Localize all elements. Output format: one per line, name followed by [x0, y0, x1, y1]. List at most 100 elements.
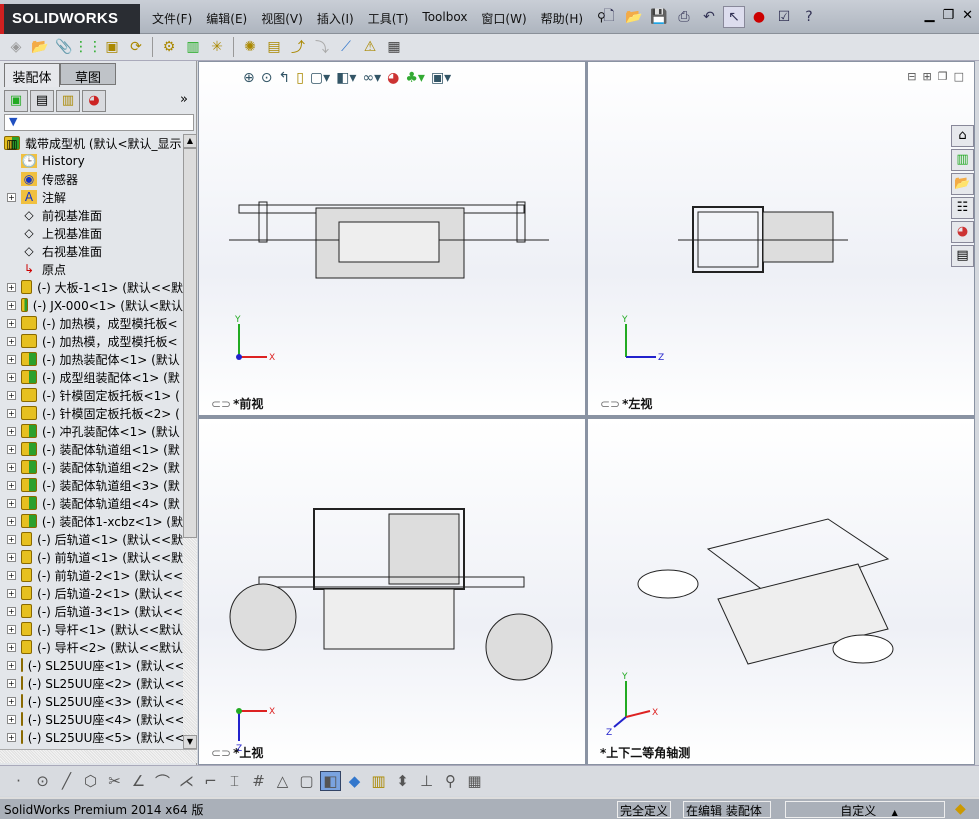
- exploded-view-icon[interactable]: ⤴: [288, 37, 308, 57]
- triangle-icon[interactable]: △: [272, 772, 293, 790]
- expand-icon[interactable]: +: [7, 390, 16, 400]
- component-icon[interactable]: ▥: [368, 772, 389, 790]
- polygon-icon[interactable]: ⬡: [80, 772, 101, 790]
- expand-icon[interactable]: +: [7, 426, 16, 436]
- clearance-icon[interactable]: ⚠: [360, 37, 380, 57]
- shaded-mode-icon[interactable]: ◆: [344, 772, 365, 790]
- expand-icon[interactable]: +: [7, 444, 16, 454]
- file-explorer-icon[interactable]: 📂: [951, 173, 974, 195]
- tree-item[interactable]: ◉ 传感器: [0, 170, 183, 188]
- bill-of-materials-icon[interactable]: ▤: [264, 37, 284, 57]
- expand-icon[interactable]: +: [7, 516, 16, 526]
- undo-icon[interactable]: ↶: [698, 6, 720, 28]
- tree-item[interactable]: + (-) 导杆<2> (默认<<默认: [0, 638, 183, 656]
- tree-item[interactable]: + (-) SL25UU座<5> (默认<<: [0, 728, 183, 746]
- expand-icon[interactable]: +: [7, 192, 16, 202]
- filter-input[interactable]: ▼: [4, 114, 194, 131]
- tree-item[interactable]: + (-) 针模固定板托板<1> (: [0, 386, 183, 404]
- custom-properties-icon[interactable]: ▤: [951, 245, 974, 267]
- mate-icon[interactable]: ⬍: [392, 772, 413, 790]
- camera-icon[interactable]: ⚲: [440, 772, 461, 790]
- point-icon[interactable]: ·: [8, 772, 29, 790]
- print-icon[interactable]: ⎙: [673, 6, 695, 28]
- arc-icon[interactable]: ⌐: [200, 772, 221, 790]
- edit-component-icon[interactable]: ◈: [6, 37, 26, 57]
- property-manager-icon[interactable]: ▤: [30, 90, 54, 112]
- tree-item[interactable]: 🕒 History: [0, 152, 183, 170]
- grid-icon[interactable]: #: [248, 772, 269, 790]
- tree-item[interactable]: + (-) 导杆<1> (默认<<默认: [0, 620, 183, 638]
- tab-assembly[interactable]: 装配体: [4, 63, 60, 87]
- move-icon[interactable]: ⊥: [416, 772, 437, 790]
- expand-icon[interactable]: +: [7, 696, 16, 706]
- expand-icon[interactable]: +: [7, 462, 16, 472]
- tree-item[interactable]: + (-) 后轨道-2<1> (默认<<: [0, 584, 183, 602]
- display-manager-icon[interactable]: ◕: [82, 90, 106, 112]
- tree-item[interactable]: + (-) SL25UU座<2> (默认<<: [0, 674, 183, 692]
- tree-item[interactable]: ↳ 原点: [0, 260, 183, 278]
- tree-item[interactable]: + (-) 前轨道-2<1> (默认<<: [0, 566, 183, 584]
- new-motion-study-icon[interactable]: ✺: [240, 37, 260, 57]
- new-document-icon[interactable]: 🗋: [598, 6, 620, 28]
- viewport-top[interactable]: Z X ⊂⊃ *上视: [199, 419, 585, 764]
- dimension-icon[interactable]: ⌶: [224, 772, 245, 790]
- menu-help[interactable]: 帮助(H): [534, 10, 590, 27]
- expand-icon[interactable]: +: [7, 336, 16, 346]
- menu-window[interactable]: 窗口(W): [474, 10, 533, 27]
- minimize-icon[interactable]: ▁: [924, 8, 934, 23]
- tab-sketch[interactable]: 草图: [60, 63, 116, 86]
- expand-icon[interactable]: +: [7, 660, 16, 670]
- tree-item[interactable]: + (-) 装配体轨道组<2> (默: [0, 458, 183, 476]
- tree-root[interactable]: ▥ 载带成型机 (默认<默认_显示: [0, 134, 183, 152]
- show-hidden-icon[interactable]: ⚙: [159, 37, 179, 57]
- expand-icon[interactable]: +: [7, 624, 16, 634]
- menu-file[interactable]: 文件(F): [145, 10, 199, 27]
- configuration-manager-icon[interactable]: ▥: [56, 90, 80, 112]
- tree-item[interactable]: ◇ 右视基准面: [0, 242, 183, 260]
- scroll-thumb[interactable]: [183, 148, 197, 538]
- menu-edit[interactable]: 编辑(E): [199, 10, 254, 27]
- tree-item[interactable]: + (-) 冲孔装配体<1> (默认: [0, 422, 183, 440]
- shaded-icon[interactable]: ◧: [320, 771, 341, 791]
- table-icon[interactable]: ▦: [464, 772, 485, 790]
- tree-item[interactable]: + (-) JX-000<1> (默认<默认: [0, 296, 183, 314]
- expand-icon[interactable]: +: [7, 318, 16, 328]
- help-icon[interactable]: ?: [798, 6, 820, 28]
- menu-toolbox[interactable]: Toolbox: [415, 10, 474, 27]
- tree-item[interactable]: + (-) 后轨道-3<1> (默认<<: [0, 602, 183, 620]
- expand-icon[interactable]: +: [7, 498, 16, 508]
- expand-icon[interactable]: +: [7, 480, 16, 490]
- tag-icon[interactable]: ◆: [953, 801, 968, 818]
- tree-item[interactable]: + (-) 前轨道<1> (默认<<默: [0, 548, 183, 566]
- tree-item[interactable]: + (-) 装配体1-xcbz<1> (默: [0, 512, 183, 530]
- tree-item[interactable]: + (-) 装配体轨道组<1> (默: [0, 440, 183, 458]
- expand-icon[interactable]: +: [7, 570, 16, 580]
- move-component-icon[interactable]: ⟳: [126, 37, 146, 57]
- expand-icon[interactable]: +: [7, 552, 16, 562]
- trim-icon[interactable]: ✂: [104, 772, 125, 790]
- expand-icon[interactable]: +: [7, 282, 16, 292]
- open-icon[interactable]: 📂: [623, 6, 645, 28]
- expand-icon[interactable]: +: [7, 408, 16, 418]
- expand-icon[interactable]: +: [7, 372, 16, 382]
- tree-horizontal-scrollbar[interactable]: [0, 749, 197, 763]
- expand-icon[interactable]: +: [7, 534, 16, 544]
- units-selector[interactable]: 自定义 ▲: [785, 801, 945, 818]
- tree-item[interactable]: + (-) 加热装配体<1> (默认: [0, 350, 183, 368]
- viewport-front[interactable]: ⊕ ⊙ ↰ ▯ ▢▾ ◧▾ ∞▾ ◕ ♣▾ ▣▾ Y X ⊂⊃ *前视: [199, 62, 585, 415]
- menu-insert[interactable]: 插入(I): [310, 10, 361, 27]
- viewport-isometric[interactable]: Y X Z *上下二等角轴测: [588, 419, 974, 764]
- tree-item[interactable]: + A 注解: [0, 188, 183, 206]
- mate-icon[interactable]: 📎: [54, 37, 74, 57]
- expand-icon[interactable]: +: [7, 678, 16, 688]
- viewport-left[interactable]: ⊟ ⊞ ❐ □ Y Z ⊂⊃ *左视: [588, 62, 974, 415]
- insert-component-icon[interactable]: 📂: [30, 37, 50, 57]
- more-tabs-button[interactable]: »: [180, 92, 188, 107]
- expand-icon[interactable]: +: [7, 642, 16, 652]
- menu-tools[interactable]: 工具(T): [361, 10, 416, 27]
- tree-item[interactable]: + (-) SL25UU座<3> (默认<<: [0, 692, 183, 710]
- cube-icon[interactable]: ▢: [296, 772, 317, 790]
- linear-pattern-icon[interactable]: ⋮⋮: [74, 37, 102, 57]
- expand-icon[interactable]: +: [7, 300, 16, 310]
- expand-icon[interactable]: +: [7, 714, 16, 724]
